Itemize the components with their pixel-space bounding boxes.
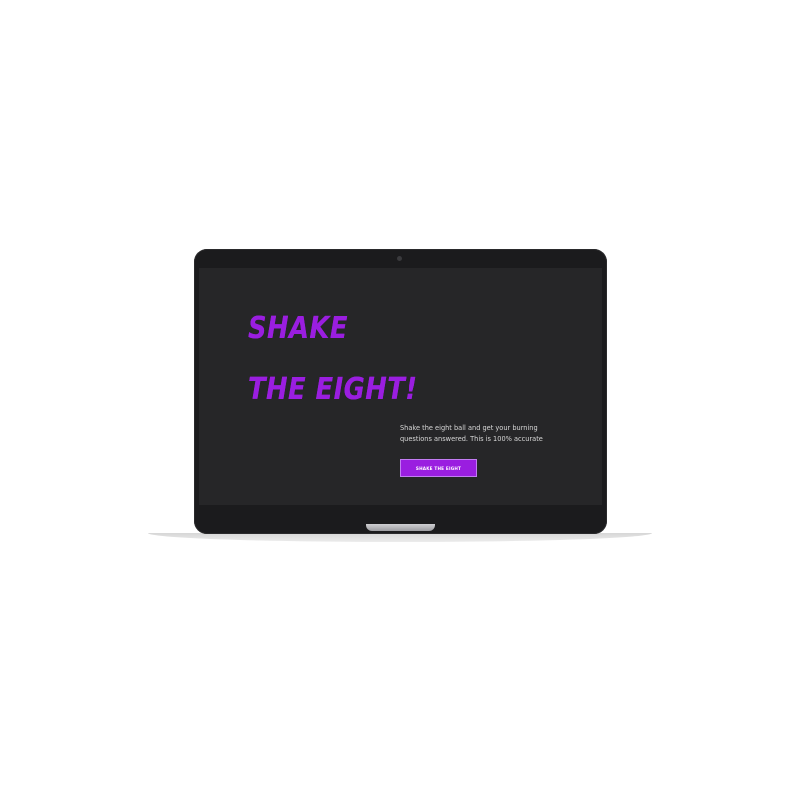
shake-the-eight-button[interactable]: SHAKE THE EIGHT bbox=[400, 459, 477, 477]
mockup-stage: SHAKE THE EIGHT! Shake the eight ball an… bbox=[0, 0, 800, 800]
laptop-base bbox=[148, 533, 652, 542]
laptop-opening-notch bbox=[366, 524, 435, 531]
hero-description: Shake the eight ball and get your burnin… bbox=[400, 424, 543, 443]
laptop-bottom-bezel bbox=[199, 505, 602, 519]
hero-title-line-2: THE EIGHT! bbox=[248, 372, 418, 407]
hero-title-line-1: SHAKE bbox=[248, 311, 348, 346]
webcam-icon bbox=[397, 256, 402, 261]
laptop-screen: SHAKE THE EIGHT! Shake the eight ball an… bbox=[199, 268, 602, 505]
